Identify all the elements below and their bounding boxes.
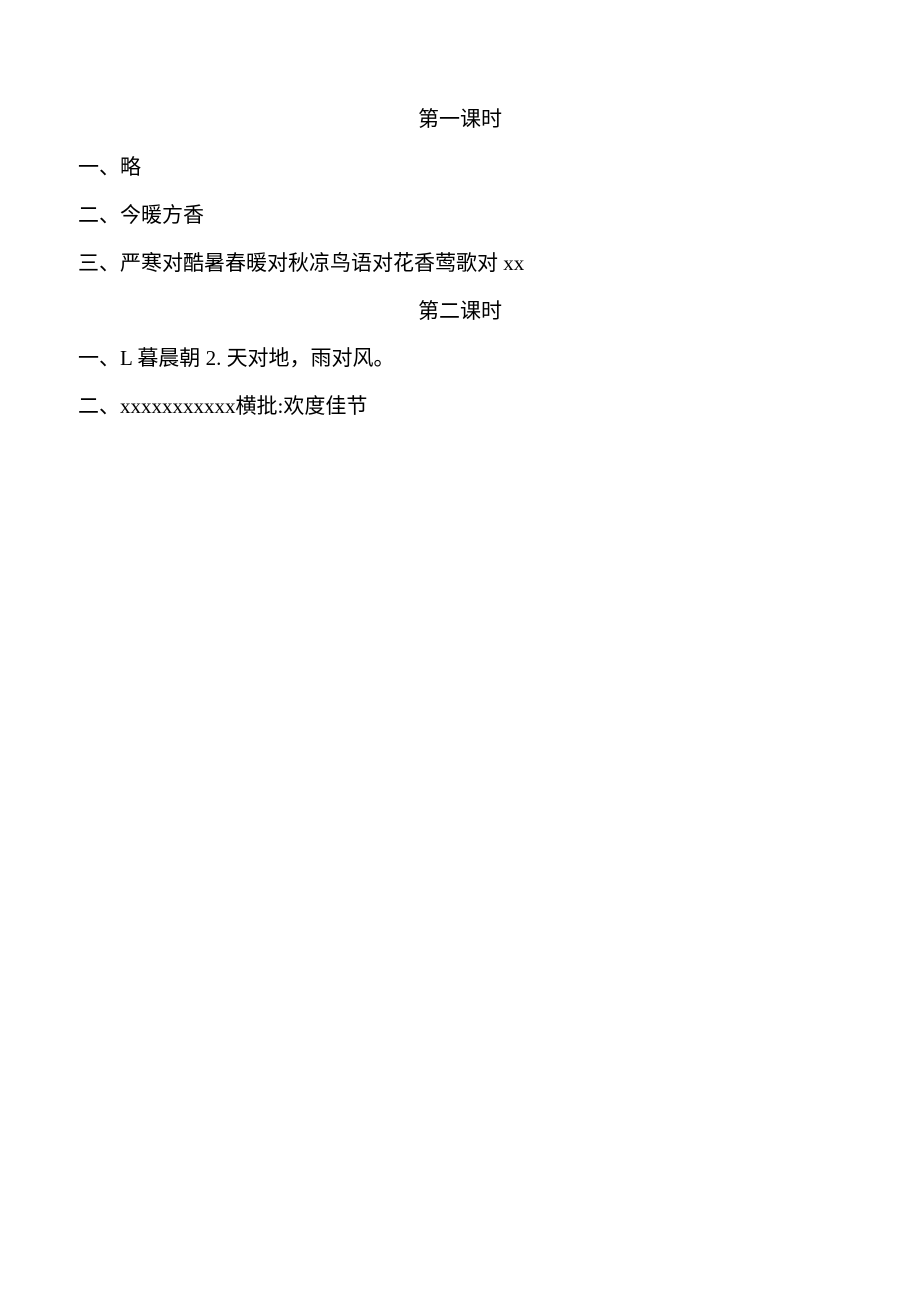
section-1-heading: 第一课时 bbox=[78, 100, 842, 140]
section-1-line-3-text: 三、严寒对酷暑春暖对秋凉鸟语对花香莺歌对 bbox=[78, 251, 503, 275]
section-2-line-1-latin-1: L bbox=[120, 346, 137, 370]
section-2-line-1-latin-2: 2. bbox=[206, 346, 227, 370]
section-1-line-3: 三、严寒对酷暑春暖对秋凉鸟语对花香莺歌对 xx bbox=[78, 244, 842, 284]
section-1-line-3-latin: xx bbox=[503, 251, 524, 275]
section-1-line-1: 一、略 bbox=[78, 148, 842, 188]
section-2-heading: 第二课时 bbox=[78, 292, 842, 332]
section-2-line-2-prefix: 二、 bbox=[78, 394, 120, 418]
section-2-line-2: 二、xxxxxxxxxxx横批:欢度佳节 bbox=[78, 387, 842, 427]
section-2-line-1-prefix: 一、 bbox=[78, 346, 120, 370]
section-2-line-2-latin: xxxxxxxxxxx bbox=[120, 394, 236, 418]
section-2-line-1-mid: 暮晨朝 bbox=[137, 346, 205, 370]
section-2-line-2-tail: 横批:欢度佳节 bbox=[236, 394, 368, 418]
section-1-line-2: 二、今暖方香 bbox=[78, 196, 842, 236]
section-2-line-1: 一、L 暮晨朝 2. 天对地，雨对风。 bbox=[78, 339, 842, 379]
section-2-line-1-tail: 天对地，雨对风。 bbox=[227, 346, 395, 370]
